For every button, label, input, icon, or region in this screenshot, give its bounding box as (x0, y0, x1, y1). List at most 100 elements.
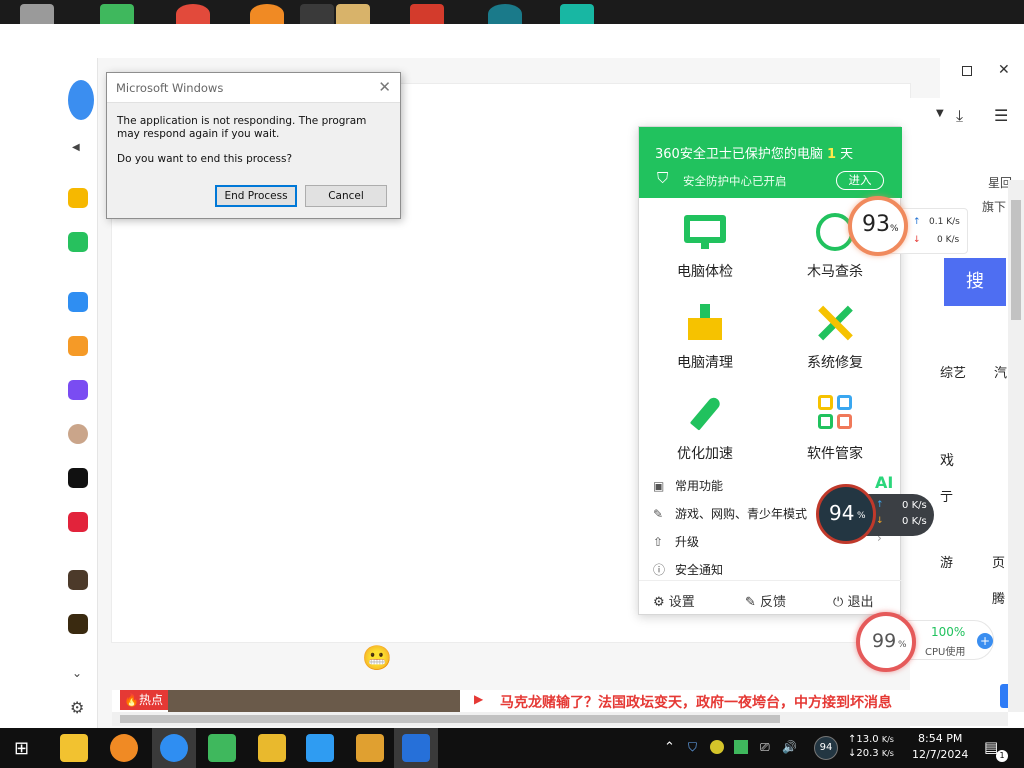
grid-item-software-manager[interactable]: 软件管家 (785, 395, 885, 463)
grid-item-system-repair[interactable]: 系统修复 (785, 304, 885, 372)
tray-net-down: ↓20.3 K/s (848, 748, 894, 759)
collapse-left-icon[interactable]: ◀ (72, 142, 80, 153)
dialog-titlebar[interactable]: Microsoft Windows ✕ (107, 73, 400, 103)
cpu-usage-badge[interactable]: 99 % (856, 612, 916, 672)
browser-logo-icon (68, 80, 94, 120)
tray-app-icon[interactable] (734, 740, 748, 754)
memory-usage-badge-2[interactable]: 94 % (816, 484, 876, 544)
end-process-button[interactable]: End Process (215, 185, 297, 207)
desktop-shortcut-icon[interactable] (336, 4, 370, 24)
list-item-common-features[interactable]: ▣ 常用功能 (653, 477, 723, 494)
sidebar-app-icon[interactable] (68, 292, 88, 312)
desktop-shortcut-icon[interactable] (410, 4, 444, 24)
tray-app-icon[interactable] (710, 740, 724, 754)
exit-label: 退出 (847, 595, 874, 610)
recycle-bin-icon[interactable] (20, 4, 54, 24)
desktop-shortcut-icon[interactable] (488, 4, 522, 24)
nav-link[interactable]: 腾 (992, 588, 1005, 607)
feedback-button[interactable]: ✎ 反馈 (745, 591, 786, 610)
settings-button[interactable]: ⚙ 设置 (653, 591, 695, 610)
defender-icon[interactable]: ⛉ (688, 740, 697, 755)
chevron-down-icon[interactable]: ⌄ (72, 666, 82, 680)
cpu-percent: 100% (931, 625, 966, 639)
file-explorer-icon[interactable] (60, 734, 88, 762)
grid-label: 优化加速 (677, 446, 733, 462)
menu-icon[interactable]: ☰ (994, 106, 1008, 125)
scroll-thumb[interactable] (120, 715, 780, 723)
taskbar-app-icon[interactable] (208, 734, 236, 762)
taskbar-app-icon[interactable] (306, 734, 334, 762)
nav-link[interactable]: 页 (992, 552, 1005, 571)
desktop-shortcut-icon[interactable] (560, 4, 594, 24)
volume-icon[interactable]: 🔊 (782, 740, 797, 754)
exit-button[interactable]: ⏻ 退出 (833, 591, 873, 610)
memory-percent: 93 (862, 212, 890, 237)
pencil-icon: ✎ (745, 595, 756, 610)
sidebar-avatar-icon[interactable] (68, 424, 88, 444)
maximize-icon[interactable] (962, 66, 972, 76)
search-button[interactable]: 搜 (944, 258, 1006, 306)
nav-link[interactable]: 戏 (940, 450, 954, 470)
protection-days-unit: 天 (840, 147, 854, 162)
list-item-security-notice[interactable]: ⓘ 安全通知 (653, 561, 723, 578)
download-arrow-icon: ↓ (913, 235, 921, 245)
taskbar-active-item[interactable] (152, 728, 196, 768)
cpu-label: CPU使用 (925, 647, 966, 658)
enter-button[interactable]: 进入 (836, 171, 884, 190)
firefox-icon[interactable] (110, 734, 138, 762)
not-responding-dialog: Microsoft Windows ✕ The application is n… (106, 72, 401, 219)
chevron-up-icon[interactable]: ⌃ (664, 740, 675, 755)
memory-usage-badge-1[interactable]: 93 % (848, 196, 908, 256)
chrome-icon[interactable] (176, 4, 210, 24)
sidebar-app-icon[interactable] (68, 570, 88, 590)
news-headline[interactable]: 马克龙赌输了？法国政坛变天，政府一夜垮台，中方接到坏消息 (500, 692, 892, 712)
close-icon[interactable]: ✕ (378, 78, 391, 96)
cancel-button[interactable]: Cancel (305, 185, 387, 207)
taskbar-app-icon[interactable] (258, 734, 286, 762)
close-icon[interactable]: ✕ (998, 62, 1010, 78)
firefox-icon[interactable] (250, 4, 284, 24)
footer-divider (639, 580, 902, 581)
tiktok-icon[interactable] (68, 468, 88, 488)
taskbar-app-icon[interactable] (356, 734, 384, 762)
sidebar-app-icon[interactable] (68, 512, 88, 532)
rocket-icon (684, 395, 726, 435)
horizontal-scrollbar[interactable] (112, 712, 1008, 726)
list-item-game-mode[interactable]: ✎ 游戏、网购、青少年模式 (653, 505, 807, 522)
desktop-shortcut-icon[interactable] (100, 4, 134, 24)
download-icon[interactable]: ⤓ (956, 106, 963, 126)
vertical-scrollbar[interactable] (1008, 180, 1024, 712)
desktop-icons-strip (0, 0, 1024, 24)
desktop-shortcut-icon[interactable] (300, 4, 334, 24)
nav-link[interactable]: 亍 (940, 486, 953, 505)
dropdown-arrow-icon[interactable]: ▼ (936, 108, 944, 119)
download-speed: 0 K/s (937, 235, 960, 245)
clock-date[interactable]: 12/7/2024 (912, 748, 968, 761)
sidebar-app-icon[interactable] (68, 232, 88, 252)
sidebar-app-icon[interactable] (68, 380, 88, 400)
gear-icon[interactable]: ⚙ (70, 698, 84, 717)
sidebar-app-icon[interactable] (68, 188, 88, 208)
ai-badge[interactable]: AI (875, 473, 893, 492)
cpu-usage-percent: 99 (872, 630, 897, 652)
windows-start-icon[interactable]: ⊞ (14, 738, 29, 759)
nav-link[interactable]: 综艺 (940, 362, 966, 381)
taskbar-active-item[interactable] (394, 728, 438, 768)
notification-count: 1 (996, 750, 1008, 762)
grid-item-optimize[interactable]: 优化加速 (655, 395, 755, 463)
network-icon[interactable]: ⎚ (760, 740, 770, 755)
grid-item-pc-check[interactable]: 电脑体检 (655, 213, 755, 281)
clock-time[interactable]: 8:54 PM (918, 732, 962, 745)
upload-arrow-icon: ↑ (913, 217, 921, 227)
grid-item-pc-clean[interactable]: 电脑清理 (655, 304, 755, 372)
list-item-upgrade[interactable]: ⇧ 升级 (653, 533, 699, 550)
nav-link[interactable]: 游 (940, 552, 953, 571)
tray-memory-badge[interactable]: 94 (814, 736, 838, 760)
plus-icon[interactable]: + (977, 633, 993, 649)
nav-link[interactable]: 汽 (994, 362, 1007, 381)
protection-days: 1 (826, 147, 837, 162)
news-image[interactable] (168, 690, 460, 712)
scroll-thumb[interactable] (1011, 200, 1021, 320)
sidebar-app-icon[interactable] (68, 336, 88, 356)
sidebar-app-icon[interactable] (68, 614, 88, 634)
